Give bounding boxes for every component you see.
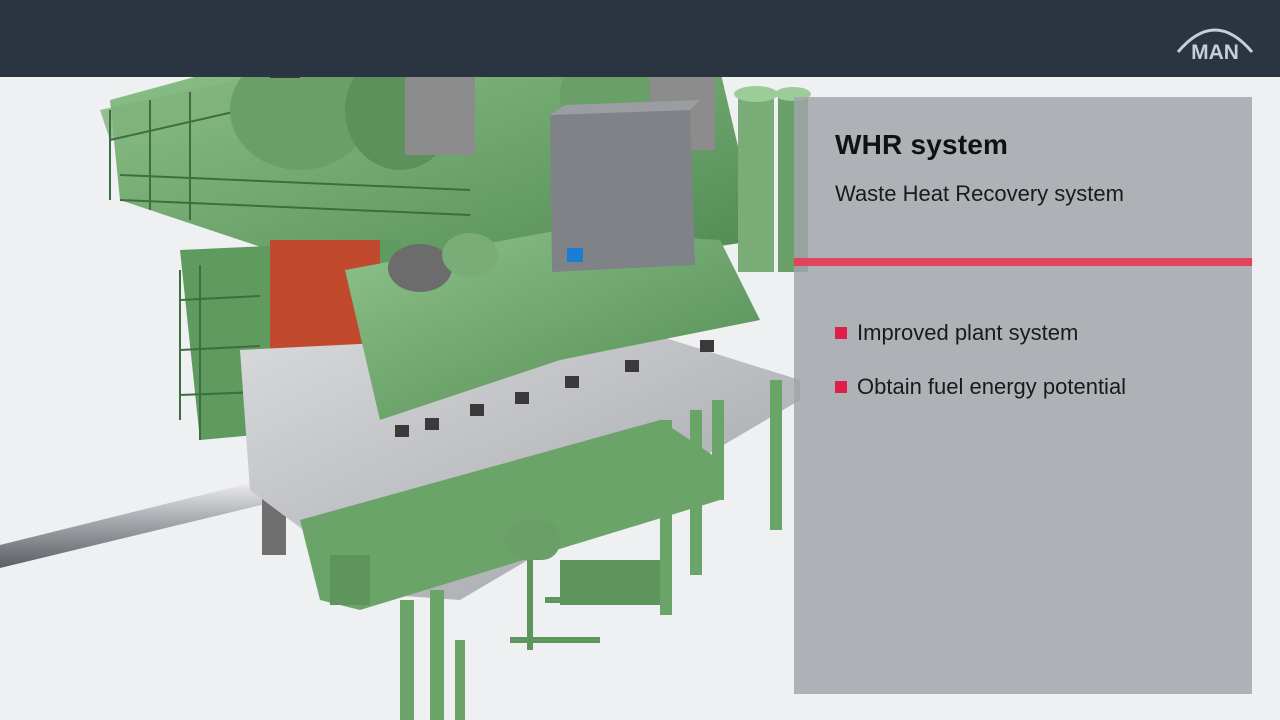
bullet-square-icon (835, 327, 847, 339)
bullet-square-icon (835, 381, 847, 393)
info-panel: WHR system Waste Heat Recovery system Im… (794, 97, 1252, 694)
video-frame: MAN WHR system Waste Heat Recovery syste… (0, 0, 1280, 720)
bullet-item: Obtain fuel energy potential (835, 374, 1126, 400)
panel-title: WHR system (835, 129, 1009, 160)
man-logo-icon: MAN (1176, 28, 1254, 64)
logo-wordmark: MAN (1191, 41, 1239, 64)
bullet-item: Improved plant system (835, 320, 1078, 346)
accent-divider (794, 258, 1252, 266)
top-bar: MAN (0, 0, 1280, 77)
panel-subtitle: Waste Heat Recovery system (835, 181, 1124, 206)
bullet-text: Improved plant system (857, 320, 1079, 345)
bullet-text: Obtain fuel energy potential (857, 374, 1127, 399)
